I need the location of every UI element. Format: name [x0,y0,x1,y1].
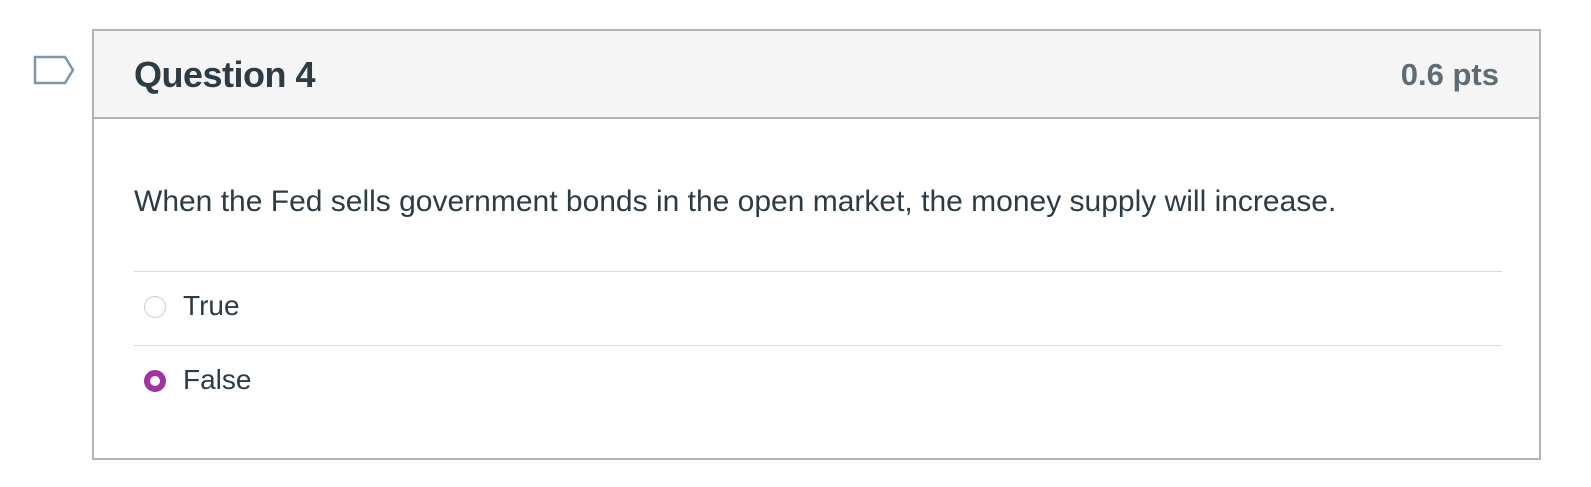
answer-option-true[interactable]: True [134,271,1502,345]
flag-outline-icon [33,55,75,85]
answer-list: True False [134,271,1502,419]
question-title: Question 4 [134,54,316,95]
answer-label-true: True [183,290,240,321]
flag-question-icon[interactable] [32,54,76,90]
radio-button-true[interactable] [144,296,166,318]
question-points: 0.6 pts [1400,57,1499,92]
answer-label-false: False [183,364,252,395]
radio-button-false[interactable] [144,370,166,392]
question-text: When the Fed sells government bonds in t… [134,185,1337,218]
question-card: Question 4 0.6 pts When the Fed sells go… [92,29,1541,460]
question-header: Question 4 0.6 pts [94,31,1539,119]
answer-option-false[interactable]: False [134,345,1502,419]
